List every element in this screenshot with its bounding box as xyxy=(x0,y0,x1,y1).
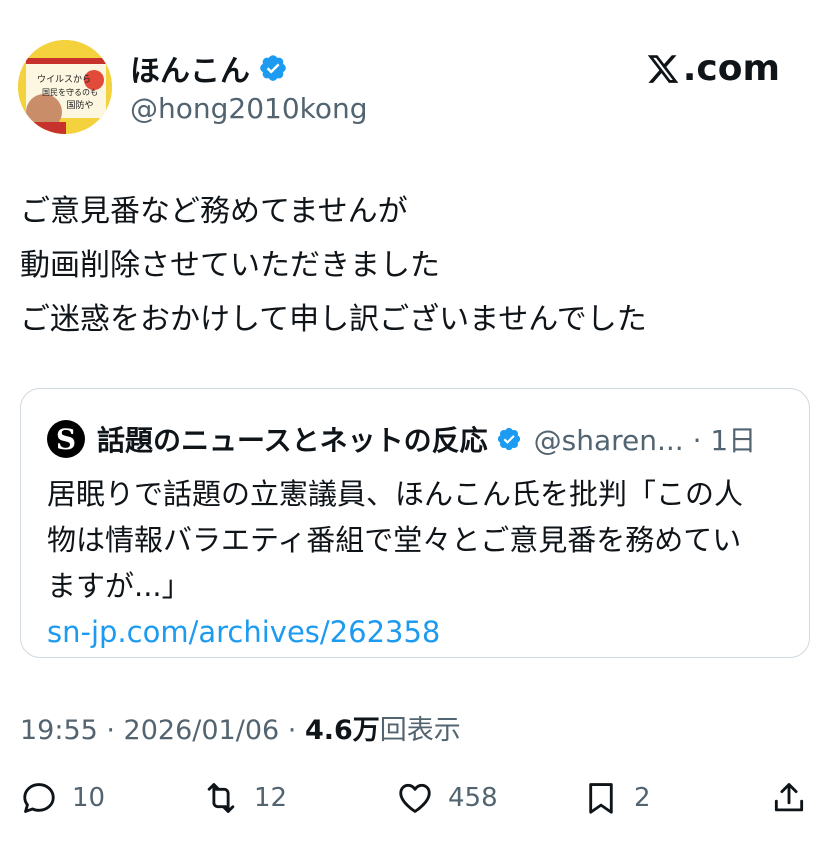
reply-button[interactable]: 10 xyxy=(20,774,105,822)
view-count: 4.6万 xyxy=(304,715,380,746)
tweet-text-line: ご迷惑をおかけして申し訳ございませんでした xyxy=(20,302,647,337)
tweet-header: ウイルスから 国民を守るのも 国防や ほんこん @hong2010kong .c… xyxy=(18,38,808,134)
tweet-text-line: 動画削除させていただきました xyxy=(20,248,440,283)
x-com-brand: .com xyxy=(645,48,780,89)
author-display-name[interactable]: ほんこん xyxy=(130,46,250,90)
reply-count: 10 xyxy=(72,783,106,813)
share-button[interactable] xyxy=(770,774,808,822)
quoted-tweet-card[interactable]: S 話題のニュースとネットの反応 @sharen... · 1日 居眠りで話題の… xyxy=(20,388,810,658)
view-count-label: 回表示 xyxy=(379,715,461,746)
avatar-book-line-3: 国防や xyxy=(66,99,93,111)
avatar-book-line-1: ウイルスから xyxy=(37,74,91,85)
bookmark-icon xyxy=(589,783,613,814)
verified-badge-icon xyxy=(260,55,286,81)
like-button[interactable]: 458 xyxy=(396,774,498,822)
quoted-handle-time: @sharen... · 1日 xyxy=(533,424,757,457)
repost-count: 12 xyxy=(254,783,288,813)
repost-icon xyxy=(207,783,235,813)
avatar-book-line-2: 国民を守るのも xyxy=(42,87,98,97)
verified-badge-icon xyxy=(497,427,520,451)
quoted-text-line: 物は情報バラエティ番組で堂々とご意見番を務めてい xyxy=(47,523,742,557)
tweet-meta: 19:55 · 2026/01/06 · 4.6万回表示 xyxy=(20,708,461,747)
quoted-text-line: 居眠りで話題の立憲議員、ほんこん氏を批判「この人 xyxy=(47,477,744,511)
quoted-tweet-header: S 話題のニュースとネットの反応 @sharen... · 1日 xyxy=(47,419,756,459)
quoted-author-avatar: S xyxy=(47,420,85,458)
tweet-text: ご意見番など務めてませんが 動画削除させていただきました ご迷惑をおかけして申し… xyxy=(20,185,810,347)
tweet-timestamp[interactable]: 19:55 · 2026/01/06 · xyxy=(20,715,305,746)
bookmark-count: 2 xyxy=(634,783,651,813)
bookmark-button[interactable]: 2 xyxy=(582,774,651,822)
author-name-row[interactable]: ほんこん xyxy=(130,46,288,90)
quoted-link[interactable]: sn-jp.com/archives/262358 xyxy=(47,609,787,655)
reply-icon xyxy=(23,783,55,813)
brand-domain-label: .com xyxy=(682,48,780,89)
quoted-author-name: 話題のニュースとネットの反応 xyxy=(97,424,488,457)
x-logo-icon xyxy=(647,54,679,83)
quoted-tweet-body: 居眠りで話題の立憲議員、ほんこん氏を批判「この人 物は情報バラエティ番組で堂々と… xyxy=(47,471,787,655)
action-bar: 10 12 458 2 xyxy=(20,774,810,822)
avatar[interactable]: ウイルスから 国民を守るのも 国防や xyxy=(18,40,112,134)
share-icon xyxy=(774,783,804,812)
repost-button[interactable]: 12 xyxy=(202,774,287,822)
like-icon xyxy=(399,783,431,813)
tweet-text-line: ご意見番など務めてませんが xyxy=(20,194,408,229)
avatar-image: ウイルスから 国民を守るのも 国防や xyxy=(18,40,112,134)
author-handle[interactable]: @hong2010kong xyxy=(130,92,368,125)
quoted-text-line: ますが...」 xyxy=(47,569,191,603)
like-count: 458 xyxy=(448,783,498,813)
